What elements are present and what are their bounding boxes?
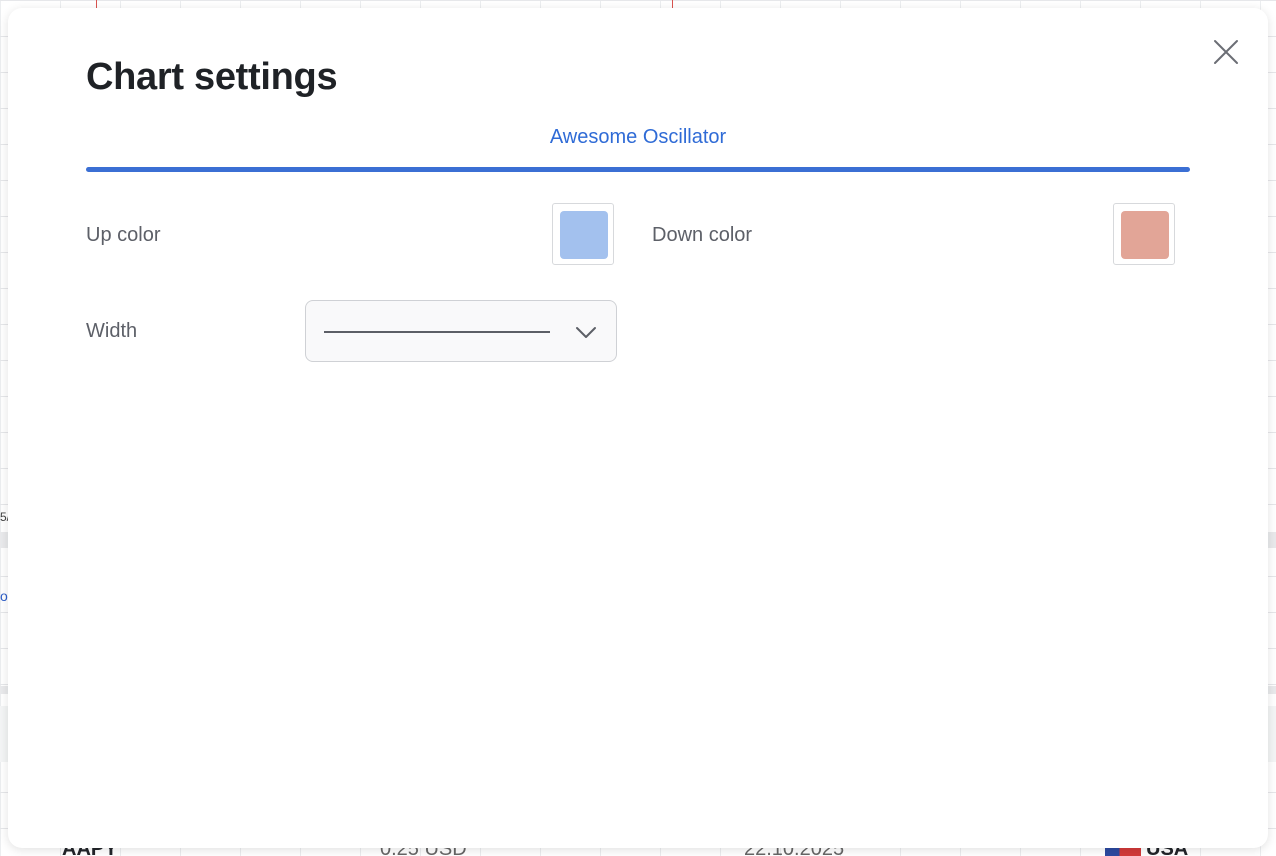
down-color-swatch: [1121, 211, 1169, 259]
up-color-label: Up color: [86, 224, 161, 246]
close-button[interactable]: [1208, 34, 1244, 70]
active-tab-indicator: [86, 167, 1190, 172]
chart-marker-line: [96, 0, 97, 8]
width-label: Width: [86, 320, 138, 342]
chart-marker-line: [672, 0, 673, 8]
link-fragment: o: [0, 588, 8, 604]
close-icon: [1214, 40, 1238, 64]
up-color-swatch: [560, 211, 608, 259]
chevron-down-icon: [576, 327, 596, 338]
line-width-preview: [324, 331, 550, 333]
tab-awesome-oscillator[interactable]: Awesome Oscillator: [86, 120, 1190, 154]
dialog-title: Chart settings: [86, 56, 338, 98]
chart-settings-dialog: Chart settings Awesome Oscillator Up col…: [8, 8, 1268, 848]
indicator-tabs: Awesome Oscillator: [86, 120, 1190, 174]
down-color-picker[interactable]: [1113, 203, 1175, 265]
up-color-picker[interactable]: [552, 203, 614, 265]
width-select[interactable]: [305, 300, 617, 362]
down-color-label: Down color: [652, 224, 753, 246]
